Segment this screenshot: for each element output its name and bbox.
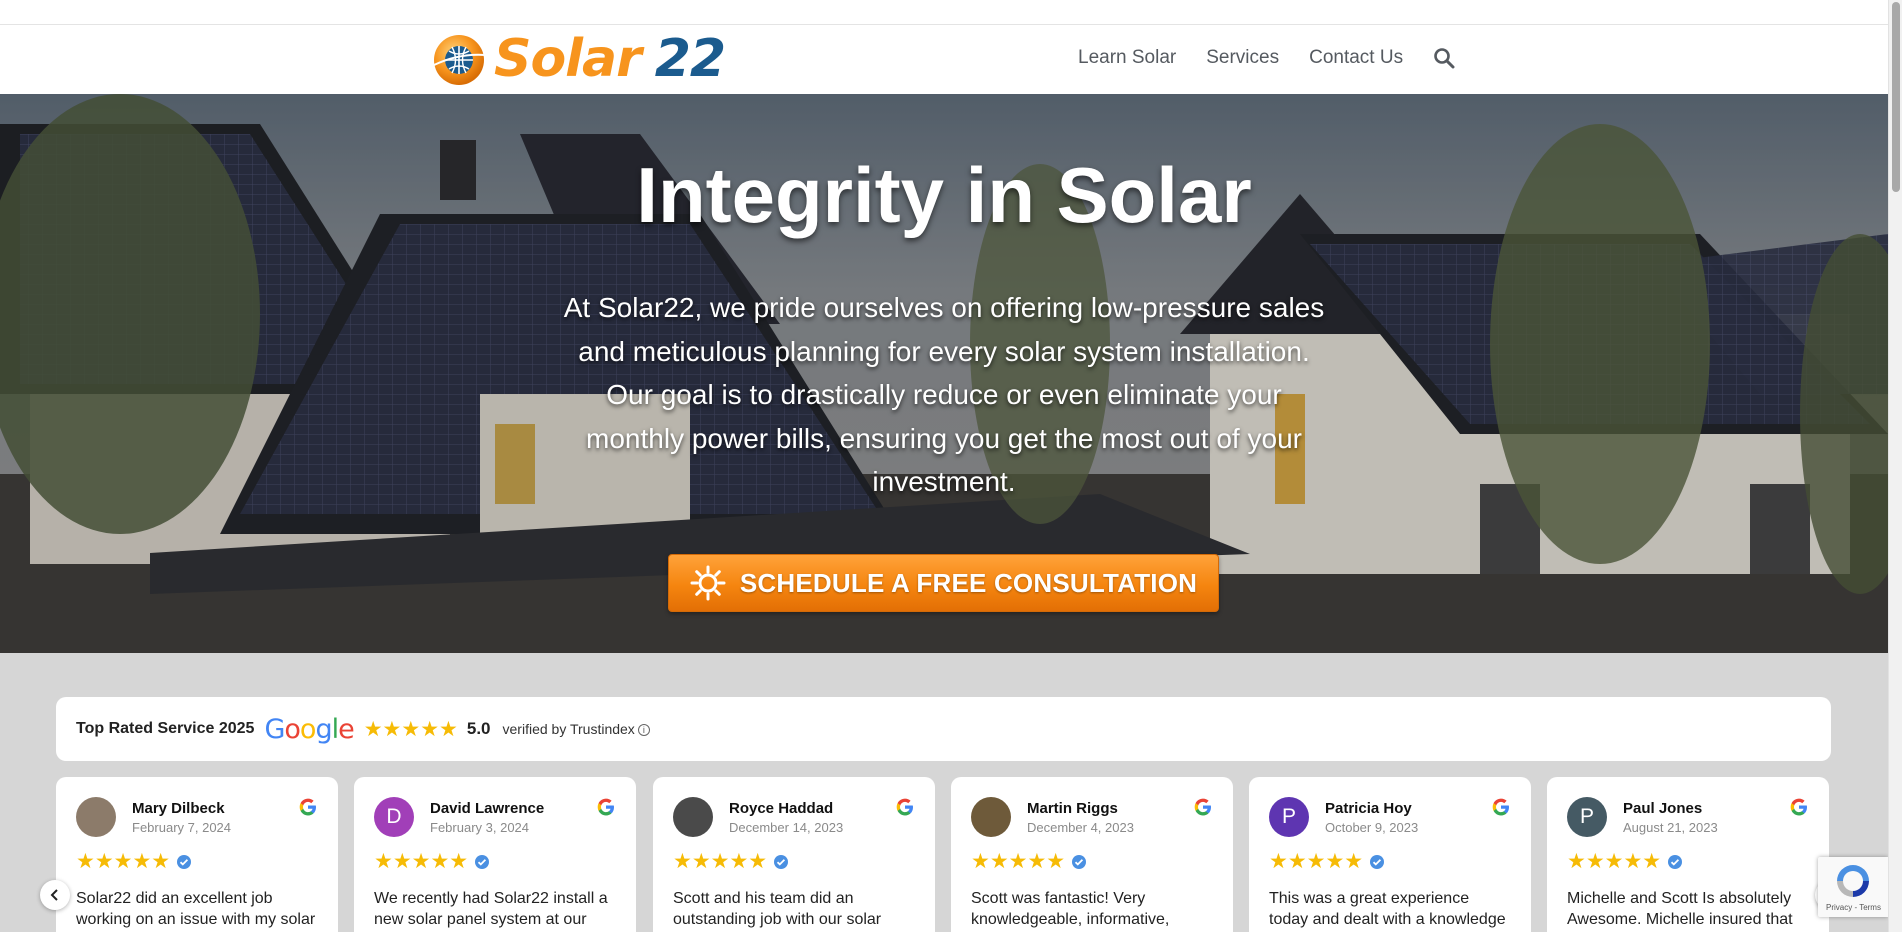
reviewer-name: Paul Jones bbox=[1623, 799, 1703, 817]
reviews-summary-title: Top Rated Service 2025 bbox=[76, 720, 255, 737]
avatar: D bbox=[374, 797, 414, 837]
recaptcha-links[interactable]: Privacy - Terms bbox=[1826, 903, 1881, 912]
google-g-icon bbox=[1194, 798, 1211, 816]
review-text: Scott was fantastic! Very knowledgeable,… bbox=[971, 890, 1170, 928]
scrollbar-thumb[interactable] bbox=[1892, 2, 1900, 192]
review-date: October 9, 2023 bbox=[1325, 819, 1419, 835]
review-stars: ★★★★★ bbox=[1269, 850, 1364, 873]
reviews-section: Top Rated Service 2025 Google ★★★★★ 5.0 … bbox=[0, 653, 1888, 932]
nav-learn-solar[interactable]: Learn Solar bbox=[1078, 47, 1176, 69]
review-stars: ★★★★★ bbox=[1567, 850, 1662, 873]
nav-contact-us[interactable]: Contact Us bbox=[1309, 47, 1403, 69]
hero-section: Integrity in Solar At Solar22, we pride … bbox=[0, 94, 1888, 653]
verified-badge-icon bbox=[774, 854, 789, 869]
verified-text: verified by Trustindex bbox=[502, 721, 635, 737]
top-strip bbox=[0, 0, 1888, 25]
site-header: Solar 22 Learn Solar Services Contact Us bbox=[0, 25, 1888, 94]
avatar: P bbox=[1567, 797, 1607, 837]
recaptcha-icon bbox=[1837, 865, 1869, 897]
logo-text-22: 22 bbox=[654, 29, 726, 89]
reviewer-name: Mary Dilbeck bbox=[132, 799, 225, 817]
review-stars: ★★★★★ bbox=[673, 850, 768, 873]
google-g-icon bbox=[597, 798, 614, 816]
main-nav: Learn Solar Services Contact Us bbox=[1078, 47, 1455, 69]
review-card: Martin Riggs December 4, 2023 ★★★★★ Scott… bbox=[951, 777, 1233, 932]
info-icon[interactable]: i bbox=[637, 724, 650, 736]
verified-badge-icon bbox=[1370, 854, 1385, 869]
schedule-consultation-button[interactable]: SCHEDULE A FREE CONSULTATION bbox=[668, 554, 1219, 612]
review-cards: Mary Dilbeck February 7, 2024 ★★★★★ Solar… bbox=[56, 777, 1831, 932]
review-text: We recently had Solar22 install a new so… bbox=[374, 890, 608, 928]
sun-icon bbox=[690, 565, 726, 601]
review-card: P Paul Jones August 21, 2023 ★★★★★ Michel… bbox=[1547, 777, 1829, 932]
globe-logo-icon bbox=[433, 35, 487, 85]
verified-by-trustindex: verified by Trustindex i bbox=[503, 721, 650, 737]
site-logo[interactable]: Solar 22 bbox=[432, 29, 726, 89]
reviewer-name: Martin Riggs bbox=[1027, 799, 1118, 817]
page-scrollbar[interactable] bbox=[1888, 0, 1902, 932]
reviewer-name: Patricia Hoy bbox=[1325, 799, 1412, 817]
review-date: December 4, 2023 bbox=[1027, 819, 1134, 835]
verified-badge-icon bbox=[1668, 854, 1683, 869]
summary-score: 5.0 bbox=[466, 719, 491, 738]
review-date: February 3, 2024 bbox=[430, 819, 530, 835]
reviewer-name: Royce Haddad bbox=[729, 799, 834, 817]
review-date: August 21, 2023 bbox=[1623, 819, 1718, 835]
review-text: This was a great experience today and de… bbox=[1269, 890, 1506, 928]
avatar bbox=[673, 797, 713, 837]
nav-services[interactable]: Services bbox=[1206, 47, 1279, 69]
google-g-icon bbox=[1492, 798, 1509, 816]
google-g-icon bbox=[1790, 798, 1807, 816]
review-stars: ★★★★★ bbox=[76, 850, 171, 873]
chevron-left-icon bbox=[50, 889, 58, 901]
schedule-consultation-label: SCHEDULE A FREE CONSULTATION bbox=[739, 567, 1198, 598]
verified-badge-icon bbox=[475, 854, 490, 869]
review-card: Mary Dilbeck February 7, 2024 ★★★★★ Solar… bbox=[56, 777, 338, 932]
review-stars: ★★★★★ bbox=[374, 850, 469, 873]
google-logo: Google bbox=[264, 713, 354, 745]
review-date: December 14, 2023 bbox=[729, 819, 844, 835]
google-g-icon bbox=[299, 798, 316, 816]
avatar bbox=[971, 797, 1011, 837]
hero-title: Integrity in Solar bbox=[636, 151, 1252, 239]
verified-badge-icon bbox=[1072, 854, 1087, 869]
review-card: Royce Haddad December 14, 2023 ★★★★★ Scot… bbox=[653, 777, 935, 932]
reviewer-name: David Lawrence bbox=[430, 799, 545, 817]
hero-description: At Solar22, we pride ourselves on offeri… bbox=[563, 292, 1325, 497]
review-text: Scott and his team did an outstanding jo… bbox=[673, 890, 882, 928]
verified-badge-icon bbox=[177, 854, 192, 869]
carousel-prev-button[interactable] bbox=[40, 880, 70, 910]
summary-stars: ★★★★★ bbox=[363, 717, 458, 741]
review-text: Michelle and Scott Is absolutely Awesome… bbox=[1567, 890, 1793, 928]
review-date: February 7, 2024 bbox=[132, 819, 232, 835]
review-card: P Patricia Hoy October 9, 2023 ★★★★★ This… bbox=[1249, 777, 1531, 932]
review-text: Solar22 did an excellent job working on … bbox=[76, 890, 316, 928]
logo-wordmark: Solar 22 bbox=[494, 29, 726, 89]
logo-text-solar: Solar bbox=[494, 29, 642, 89]
recaptcha-badge[interactable]: Privacy - Terms bbox=[1818, 857, 1888, 917]
avatar bbox=[76, 797, 116, 837]
reviews-summary-bar: Top Rated Service 2025 Google ★★★★★ 5.0 … bbox=[56, 697, 1831, 761]
avatar: P bbox=[1269, 797, 1309, 837]
search-icon[interactable] bbox=[1433, 47, 1455, 69]
review-card: D David Lawrence February 3, 2024 ★★★★★ W… bbox=[354, 777, 636, 932]
review-stars: ★★★★★ bbox=[971, 850, 1066, 873]
google-g-icon bbox=[896, 798, 913, 816]
